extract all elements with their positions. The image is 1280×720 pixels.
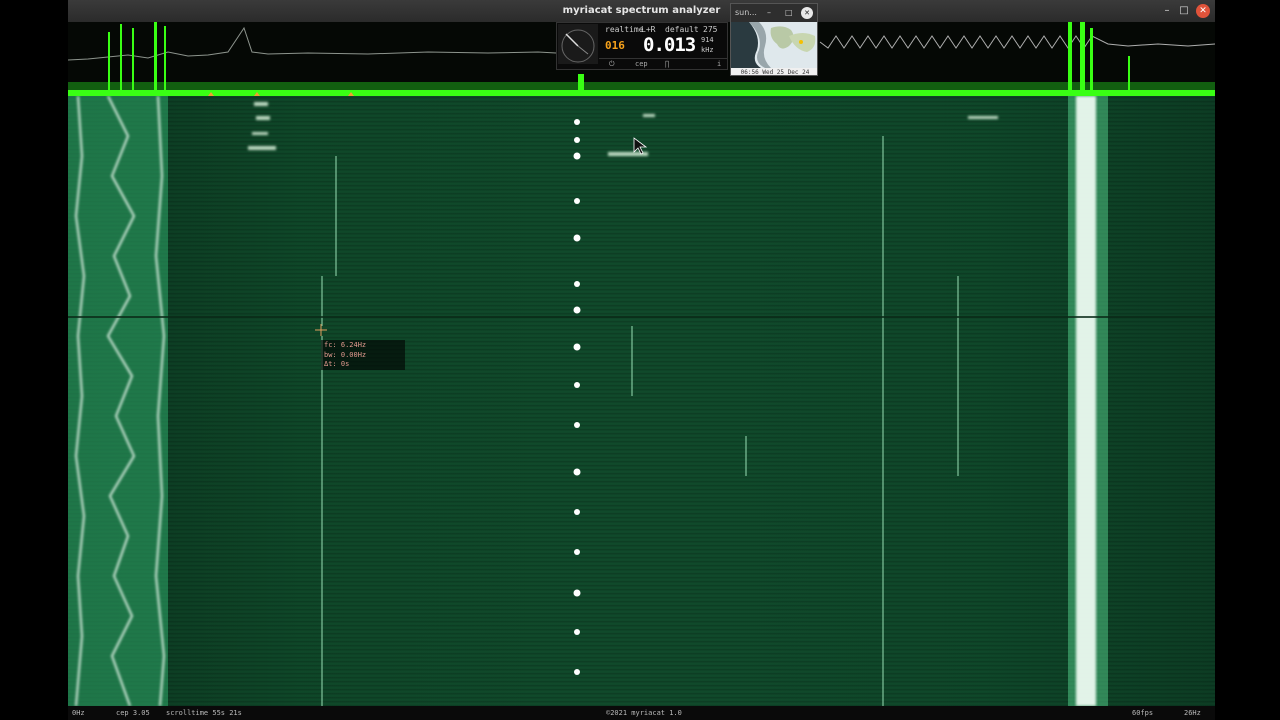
frequency-readout: 0.013 — [643, 34, 696, 56]
sun-clock: 06:56 Wed 25 Dec 24 — [731, 68, 817, 75]
close-button[interactable]: ✕ — [1196, 4, 1210, 18]
status-right-freq: 26Hz — [1184, 709, 1201, 717]
frame-count: 275 — [703, 25, 718, 34]
panel-button-row: ⏻ cep ∏ i — [599, 58, 727, 70]
sun-maximize-button[interactable]: □ — [785, 4, 793, 22]
tooltip-fc: fc: 6.24Hz — [324, 341, 367, 349]
cursor-crosshair — [315, 324, 327, 336]
power-button[interactable]: ⏻ — [609, 60, 615, 69]
world-map — [731, 22, 817, 68]
tooltip-bw: bw: 0.00Hz — [324, 350, 367, 359]
realtime-panel[interactable]: realtime L+R default 275 016 0.013 914 k… — [556, 22, 728, 70]
gauge-icon — [558, 24, 598, 64]
sun-close-button[interactable]: ✕ — [801, 7, 813, 19]
status-fps: 60fps — [1132, 709, 1154, 717]
window-title: myriacat spectrum analyzer — [562, 5, 721, 16]
waterfall-heatmap — [68, 96, 1215, 706]
maximize-button[interactable]: □ — [1177, 4, 1191, 18]
frequency-tooltip: fc: 6.24Hz bw: 0.00Hz Δt: 0s — [321, 340, 405, 370]
waterfall-view[interactable]: fc: 6.24Hz bw: 0.00Hz Δt: 0s — [68, 96, 1215, 706]
sun-minimize-button[interactable]: – — [767, 4, 771, 22]
status-copyright: ©2021 myriacat 1.0 — [606, 709, 682, 717]
product-button[interactable]: ∏ — [665, 60, 669, 68]
unit-bottom: kHz — [701, 46, 714, 54]
cep-button[interactable]: cep — [635, 60, 648, 68]
sun-map-window[interactable]: sun... – □ ✕ 06:56 Wed 25 Dec 24 — [730, 3, 818, 76]
tooltip-dt: Δt: 0s — [324, 360, 350, 368]
mouse-pointer — [633, 137, 648, 155]
spectrum-analyzer-window: myriacat spectrum analyzer – □ ✕ fc: 6.2… — [68, 0, 1215, 720]
sun-window-title: sun... — [735, 8, 757, 17]
sun-title-bar[interactable]: sun... – □ ✕ — [731, 4, 817, 22]
info-button[interactable]: i — [717, 60, 721, 68]
status-cep: cep 3.05 — [116, 709, 150, 717]
unit-top: 914 — [701, 36, 714, 44]
gain-digits: 016 — [605, 39, 625, 52]
status-left-freq: 0Hz — [72, 709, 85, 717]
mode-label: realtime — [605, 25, 644, 34]
status-bar: 0Hz cep 3.05 scrolltime 55s 21s ©2021 my… — [68, 706, 1215, 720]
preset-label: default — [665, 25, 699, 34]
channel-label: L+R — [641, 25, 656, 34]
minimize-button[interactable]: – — [1160, 4, 1174, 18]
status-scrolltime: scrolltime 55s 21s — [166, 709, 242, 717]
